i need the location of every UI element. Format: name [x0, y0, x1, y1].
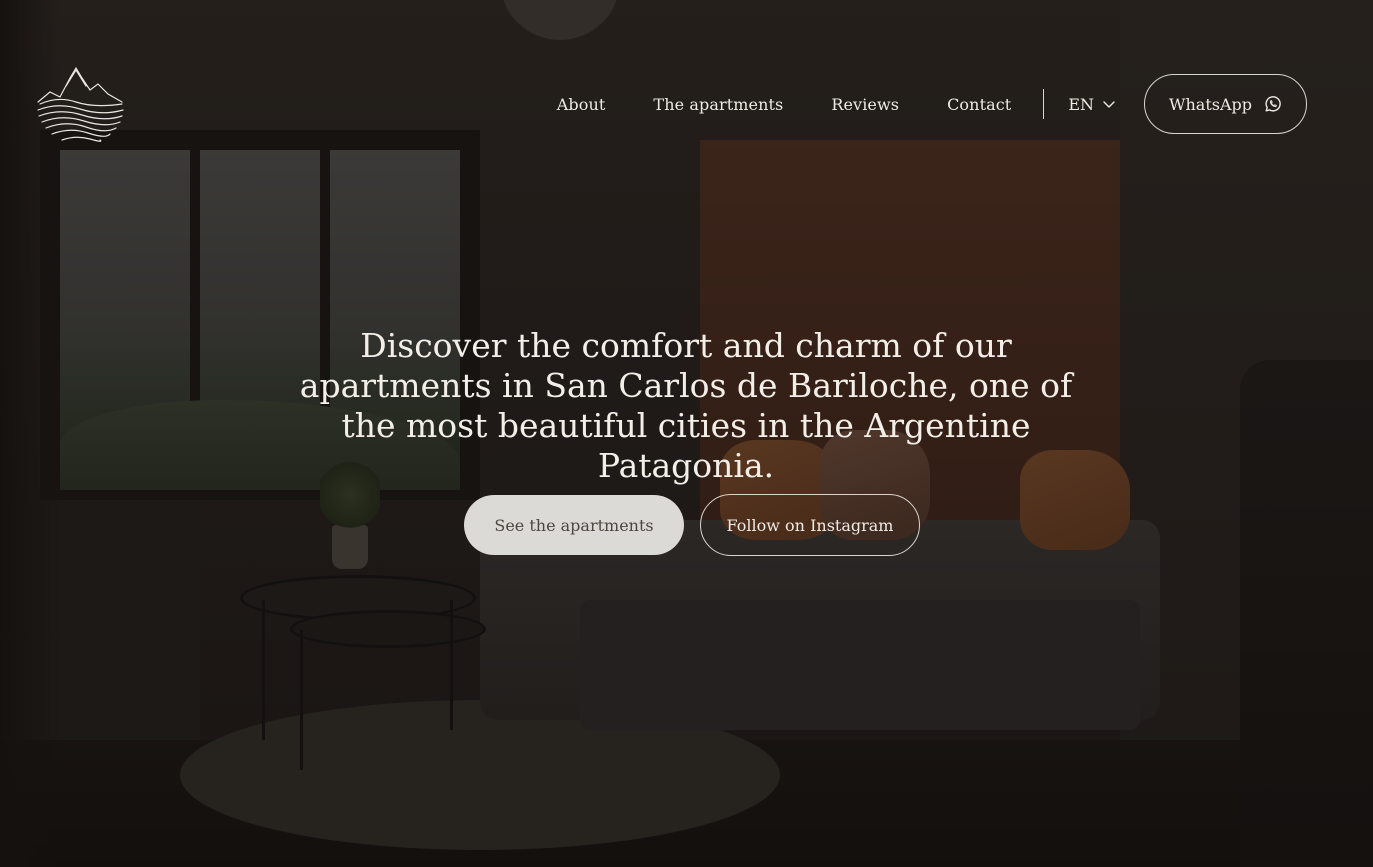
hero-cta-group: See the apartments Follow on Instagram: [464, 494, 920, 556]
hero-headline: Discover the comfort and charm of our ap…: [299, 326, 1073, 485]
nav-divider: [1043, 89, 1045, 119]
nav-link-about[interactable]: About: [557, 95, 606, 114]
see-apartments-button[interactable]: See the apartments: [464, 495, 684, 555]
main-nav: About The apartments Reviews Contact EN …: [557, 74, 1307, 134]
chevron-down-icon: [1103, 101, 1115, 108]
hero-section: About The apartments Reviews Contact EN …: [0, 0, 1373, 867]
mountain-waves-logo[interactable]: [36, 64, 124, 144]
nav-link-contact[interactable]: Contact: [947, 95, 1011, 114]
nav-link-reviews[interactable]: Reviews: [831, 95, 899, 114]
whatsapp-button[interactable]: WhatsApp: [1144, 74, 1307, 134]
nav-link-apartments[interactable]: The apartments: [653, 95, 783, 114]
language-selector[interactable]: EN: [1068, 95, 1116, 114]
whatsapp-icon: [1265, 96, 1281, 112]
follow-instagram-button[interactable]: Follow on Instagram: [700, 494, 920, 556]
whatsapp-label: WhatsApp: [1169, 94, 1252, 114]
language-label: EN: [1068, 94, 1095, 114]
